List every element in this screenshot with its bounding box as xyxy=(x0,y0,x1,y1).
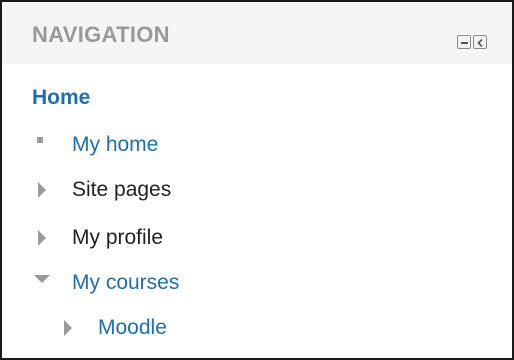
triangle-right-icon xyxy=(58,313,80,343)
nav-item-label[interactable]: Moodle xyxy=(98,313,167,343)
navigation-block: NAVIGATION Home My home Site pages My pr… xyxy=(0,0,514,360)
nav-item-label[interactable]: My courses xyxy=(72,268,179,298)
nav-item-label[interactable]: Site pages xyxy=(72,175,171,205)
minimize-icon xyxy=(461,42,468,44)
dock-left-icon xyxy=(477,38,483,48)
square-bullet-icon xyxy=(32,130,54,160)
triangle-right-icon xyxy=(32,223,54,253)
nav-item-my-courses[interactable]: My courses xyxy=(32,268,179,298)
nav-item-my-profile[interactable]: My profile xyxy=(32,223,163,253)
navigation-title: NAVIGATION xyxy=(32,22,170,47)
nav-item-site-pages[interactable]: Site pages xyxy=(32,175,171,205)
nav-home-link[interactable]: Home xyxy=(32,86,90,110)
triangle-right-icon xyxy=(32,175,54,205)
nav-item-moodle[interactable]: Moodle xyxy=(58,313,167,343)
triangle-down-icon xyxy=(32,268,54,298)
navigation-block-header: NAVIGATION xyxy=(2,2,512,64)
nav-item-my-home[interactable]: My home xyxy=(32,130,158,160)
nav-item-label[interactable]: My profile xyxy=(72,223,163,253)
nav-item-label[interactable]: My home xyxy=(72,130,158,160)
minimize-button[interactable] xyxy=(457,35,471,49)
dock-button[interactable] xyxy=(473,35,487,49)
block-controls xyxy=(457,35,487,49)
